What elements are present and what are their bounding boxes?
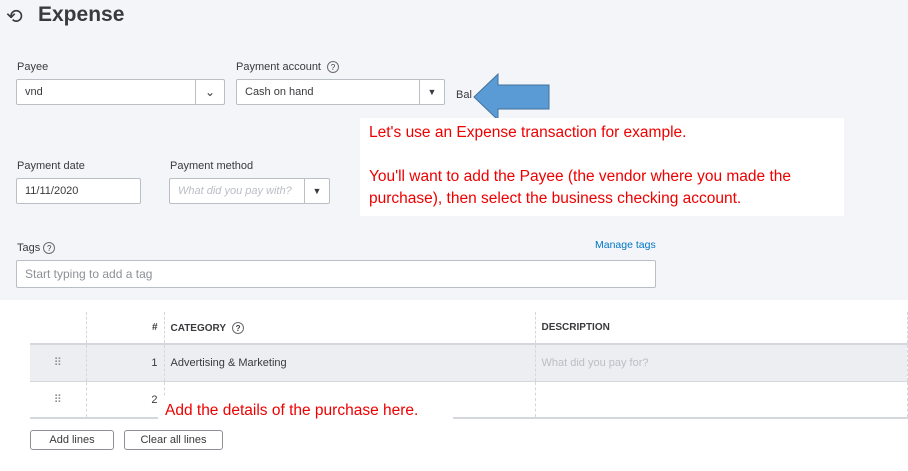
clear-all-lines-button[interactable]: Clear all lines <box>124 430 223 450</box>
dropdown-arrow-icon[interactable]: ▼ <box>304 179 329 203</box>
table-header: # CATEGORY? DESCRIPTION <box>30 312 908 345</box>
chevron-down-icon[interactable]: ⌄ <box>195 80 224 104</box>
col-category: CATEGORY? <box>164 312 536 345</box>
dropdown-arrow-icon[interactable]: ▼ <box>419 80 444 104</box>
details-note: Add the details of the purchase here. <box>158 398 453 422</box>
category-cell[interactable]: Advertising & Marketing <box>164 344 536 381</box>
payment-date-label: Payment date <box>17 160 85 172</box>
balance-label: Bal <box>456 89 472 101</box>
help-icon[interactable]: ? <box>232 321 245 334</box>
arrow-annotation-icon <box>473 72 550 122</box>
description-cell[interactable] <box>535 381 908 418</box>
help-icon[interactable]: ? <box>43 242 56 254</box>
payment-account-select[interactable]: Cash on hand ▼ <box>236 79 445 105</box>
payment-account-value: Cash on hand <box>245 86 314 98</box>
tags-label: Tags? <box>17 242 56 254</box>
description-cell[interactable]: What did you pay for? <box>535 344 908 381</box>
col-description: DESCRIPTION <box>535 312 908 345</box>
payment-date-input[interactable]: 11/11/2020 <box>16 178 141 204</box>
payee-value: vnd <box>25 86 43 98</box>
manage-tags-link[interactable]: Manage tags <box>595 239 656 251</box>
help-icon[interactable]: ? <box>327 61 339 73</box>
payee-label: Payee <box>17 61 49 73</box>
payment-method-select[interactable]: What did you pay with? ▼ <box>169 178 330 204</box>
history-icon[interactable]: ⟲ <box>6 4 23 29</box>
row-number: 1 <box>86 344 165 381</box>
page-title: Expense <box>38 3 125 26</box>
annotation-note: Let's use an Expense transaction for exa… <box>360 118 844 216</box>
row-number: 2 <box>86 381 165 418</box>
payment-account-label: Payment account? <box>236 61 339 73</box>
add-lines-button[interactable]: Add lines <box>30 430 114 450</box>
payment-method-label: Payment method <box>170 160 254 172</box>
payee-field[interactable]: vnd ⌄ <box>16 79 225 105</box>
tags-input[interactable]: Start typing to add a tag <box>16 260 656 288</box>
col-num: # <box>86 312 165 345</box>
table-row[interactable]: ⠿ 1 Advertising & Marketing What did you pa… <box>30 344 908 381</box>
drag-handle-icon[interactable]: ⠿ <box>30 344 87 381</box>
drag-handle-icon[interactable]: ⠿ <box>30 381 87 418</box>
